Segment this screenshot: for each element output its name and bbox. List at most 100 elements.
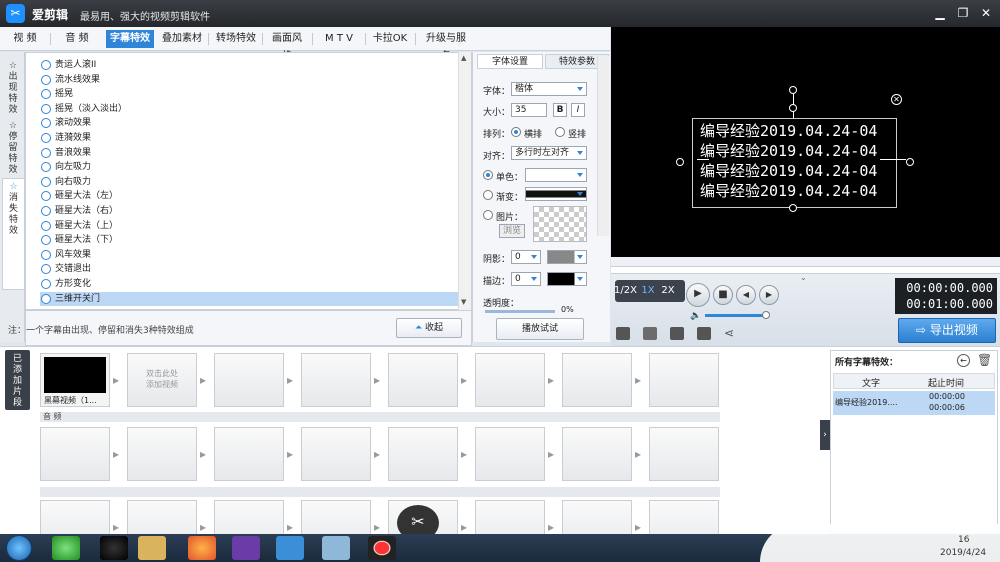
stroke-color-picker[interactable] xyxy=(547,272,587,286)
volume-icon[interactable]: 🔈 xyxy=(690,311,701,321)
tab-mtv[interactable]: M T V xyxy=(318,30,360,48)
effect-item[interactable]: 流水线效果 xyxy=(40,73,470,87)
play-button[interactable]: ▶ xyxy=(686,283,710,307)
tab-overlay[interactable]: 叠加素材 xyxy=(158,30,206,48)
scroll-up-icon[interactable]: ▲ xyxy=(461,54,469,62)
tab-font-settings[interactable]: 字体设置 xyxy=(477,54,543,69)
clip-slot[interactable] xyxy=(388,353,458,407)
props-scrollbar[interactable] xyxy=(597,56,609,236)
speed-1x[interactable]: 1X xyxy=(638,283,658,299)
remove-subtitle-icon[interactable]: ✕ xyxy=(891,94,902,105)
effect-item[interactable]: 涟漪效果 xyxy=(40,131,470,145)
effect-item[interactable]: 向右吸力 xyxy=(40,175,470,189)
tab-subtitle-effects[interactable]: 字幕特效 xyxy=(106,30,154,48)
image-radio[interactable] xyxy=(483,210,493,220)
open-folder-icon[interactable] xyxy=(643,327,657,340)
mono-color-picker[interactable] xyxy=(525,168,587,182)
font-select[interactable]: 楷体 xyxy=(511,82,587,96)
effect-item[interactable]: 音浪效果 xyxy=(40,146,470,160)
gradient-picker[interactable] xyxy=(525,187,587,201)
effect-item[interactable]: 摇晃 xyxy=(40,87,470,101)
stop-button[interactable]: ■ xyxy=(713,285,733,305)
back-icon[interactable]: ← xyxy=(957,354,970,367)
added-clips-tab[interactable]: 已 添 加 片 段 xyxy=(5,350,30,410)
rotate-handle[interactable] xyxy=(789,86,797,94)
firefox-icon[interactable] xyxy=(188,536,216,560)
bold-button[interactable]: B xyxy=(553,103,567,117)
clip-slot[interactable] xyxy=(475,353,545,407)
clip-slot[interactable] xyxy=(301,353,371,407)
shadow-color-picker[interactable] xyxy=(547,250,587,264)
effect-item[interactable]: 向左吸力 xyxy=(40,160,470,174)
stroke-select[interactable]: 0 xyxy=(511,272,541,286)
volume-slider[interactable] xyxy=(705,314,767,317)
clip-slot[interactable] xyxy=(649,353,719,407)
effect-item[interactable]: 砸星大法（下） xyxy=(40,233,470,247)
effect-item[interactable]: 摇晃（淡入淡出） xyxy=(40,102,470,116)
export-video-button[interactable]: ⇨ 导出视频 xyxy=(898,318,996,343)
volume-knob[interactable] xyxy=(762,311,770,319)
browser-360-icon[interactable] xyxy=(52,536,80,560)
save-icon[interactable] xyxy=(670,327,684,340)
effect-item[interactable]: 交错退出 xyxy=(40,262,470,276)
tab-appear-effects[interactable]: ☆ 出 现 特 效 xyxy=(2,58,24,116)
effect-item[interactable]: 砸星大法（上） xyxy=(40,219,470,233)
minimize-icon[interactable]: ▁ xyxy=(930,4,950,22)
italic-button[interactable]: I xyxy=(571,103,585,117)
restore-icon[interactable]: ❐ xyxy=(953,4,973,22)
tab-stay-effects[interactable]: ☆ 停 留 特 效 xyxy=(2,118,24,176)
tab-video[interactable]: 视 频 xyxy=(6,30,44,48)
effect-item[interactable]: 方形变化 xyxy=(40,277,470,291)
effect-item[interactable]: 三维开关门 xyxy=(40,291,470,306)
shadow-select[interactable]: 0 xyxy=(511,250,541,264)
add-video-slot[interactable]: 双击此处 添加视频 xyxy=(127,353,197,407)
browse-button[interactable]: 浏览 xyxy=(499,224,525,238)
arrange-vertical-radio[interactable] xyxy=(555,127,565,137)
effect-item[interactable]: 风车效果 xyxy=(40,248,470,262)
clip-slot[interactable] xyxy=(562,353,632,407)
tab-karaoke[interactable]: 卡拉OK xyxy=(368,30,412,48)
delete-icon[interactable]: 🗑 xyxy=(977,353,992,367)
collapse-button[interactable]: ⏶ 收起 xyxy=(396,318,462,338)
play-preview-button[interactable]: 播放试试 xyxy=(496,318,584,340)
help-icon[interactable] xyxy=(697,327,711,340)
resize-handle-bottom[interactable] xyxy=(789,204,797,212)
collapse-arrow-icon[interactable]: ‹ xyxy=(10,202,14,212)
scroll-down-icon[interactable]: ▼ xyxy=(461,298,469,306)
resize-handle-left[interactable] xyxy=(676,158,684,166)
media-player-icon[interactable] xyxy=(232,536,260,560)
audio-slot[interactable] xyxy=(127,427,197,481)
audio-slot[interactable] xyxy=(649,427,719,481)
resize-handle-right[interactable] xyxy=(906,158,914,166)
audio-slot[interactable] xyxy=(301,427,371,481)
speed-half[interactable]: 1/2X xyxy=(614,283,637,299)
audio-slot[interactable] xyxy=(40,427,110,481)
share-icon[interactable]: ⋖ xyxy=(724,326,734,340)
expand-right-panel-icon[interactable]: › xyxy=(820,420,830,450)
resize-handle-top[interactable] xyxy=(789,104,797,112)
clip-thumbnail[interactable]: 黑幕视频（1... xyxy=(40,353,110,407)
align-select[interactable]: 多行时左对齐 xyxy=(511,146,587,160)
mono-color-radio[interactable] xyxy=(483,170,493,180)
opacity-slider[interactable] xyxy=(485,310,555,313)
audio-slot[interactable] xyxy=(214,427,284,481)
expand-icon[interactable]: ⌄ xyxy=(800,273,807,282)
gradient-radio[interactable] xyxy=(483,190,493,200)
speed-2x[interactable]: 2X xyxy=(658,283,678,299)
tab-styles[interactable]: 画面风格 xyxy=(265,30,309,62)
effect-item[interactable]: 贵运人滚II xyxy=(40,58,470,72)
effect-item[interactable]: 砸星大法（右） xyxy=(40,204,470,218)
new-project-icon[interactable] xyxy=(616,327,630,340)
app-taskbar-icon[interactable] xyxy=(322,536,350,560)
recorder-icon[interactable] xyxy=(368,536,396,560)
effect-item[interactable]: 滚动效果 xyxy=(40,116,470,130)
tab-audio[interactable]: 音 频 xyxy=(56,30,98,48)
qq-icon[interactable] xyxy=(100,536,128,560)
close-icon[interactable]: ✕ xyxy=(976,4,996,22)
arrange-horizontal-radio[interactable] xyxy=(511,127,521,137)
tab-upgrade[interactable]: 升级与服务 xyxy=(418,30,474,62)
start-button-icon[interactable] xyxy=(6,535,32,561)
explorer-icon[interactable] xyxy=(138,536,166,560)
clip-slot[interactable] xyxy=(214,353,284,407)
tab-disappear-effects[interactable]: ☆ 消 失 特 效 xyxy=(2,178,24,290)
